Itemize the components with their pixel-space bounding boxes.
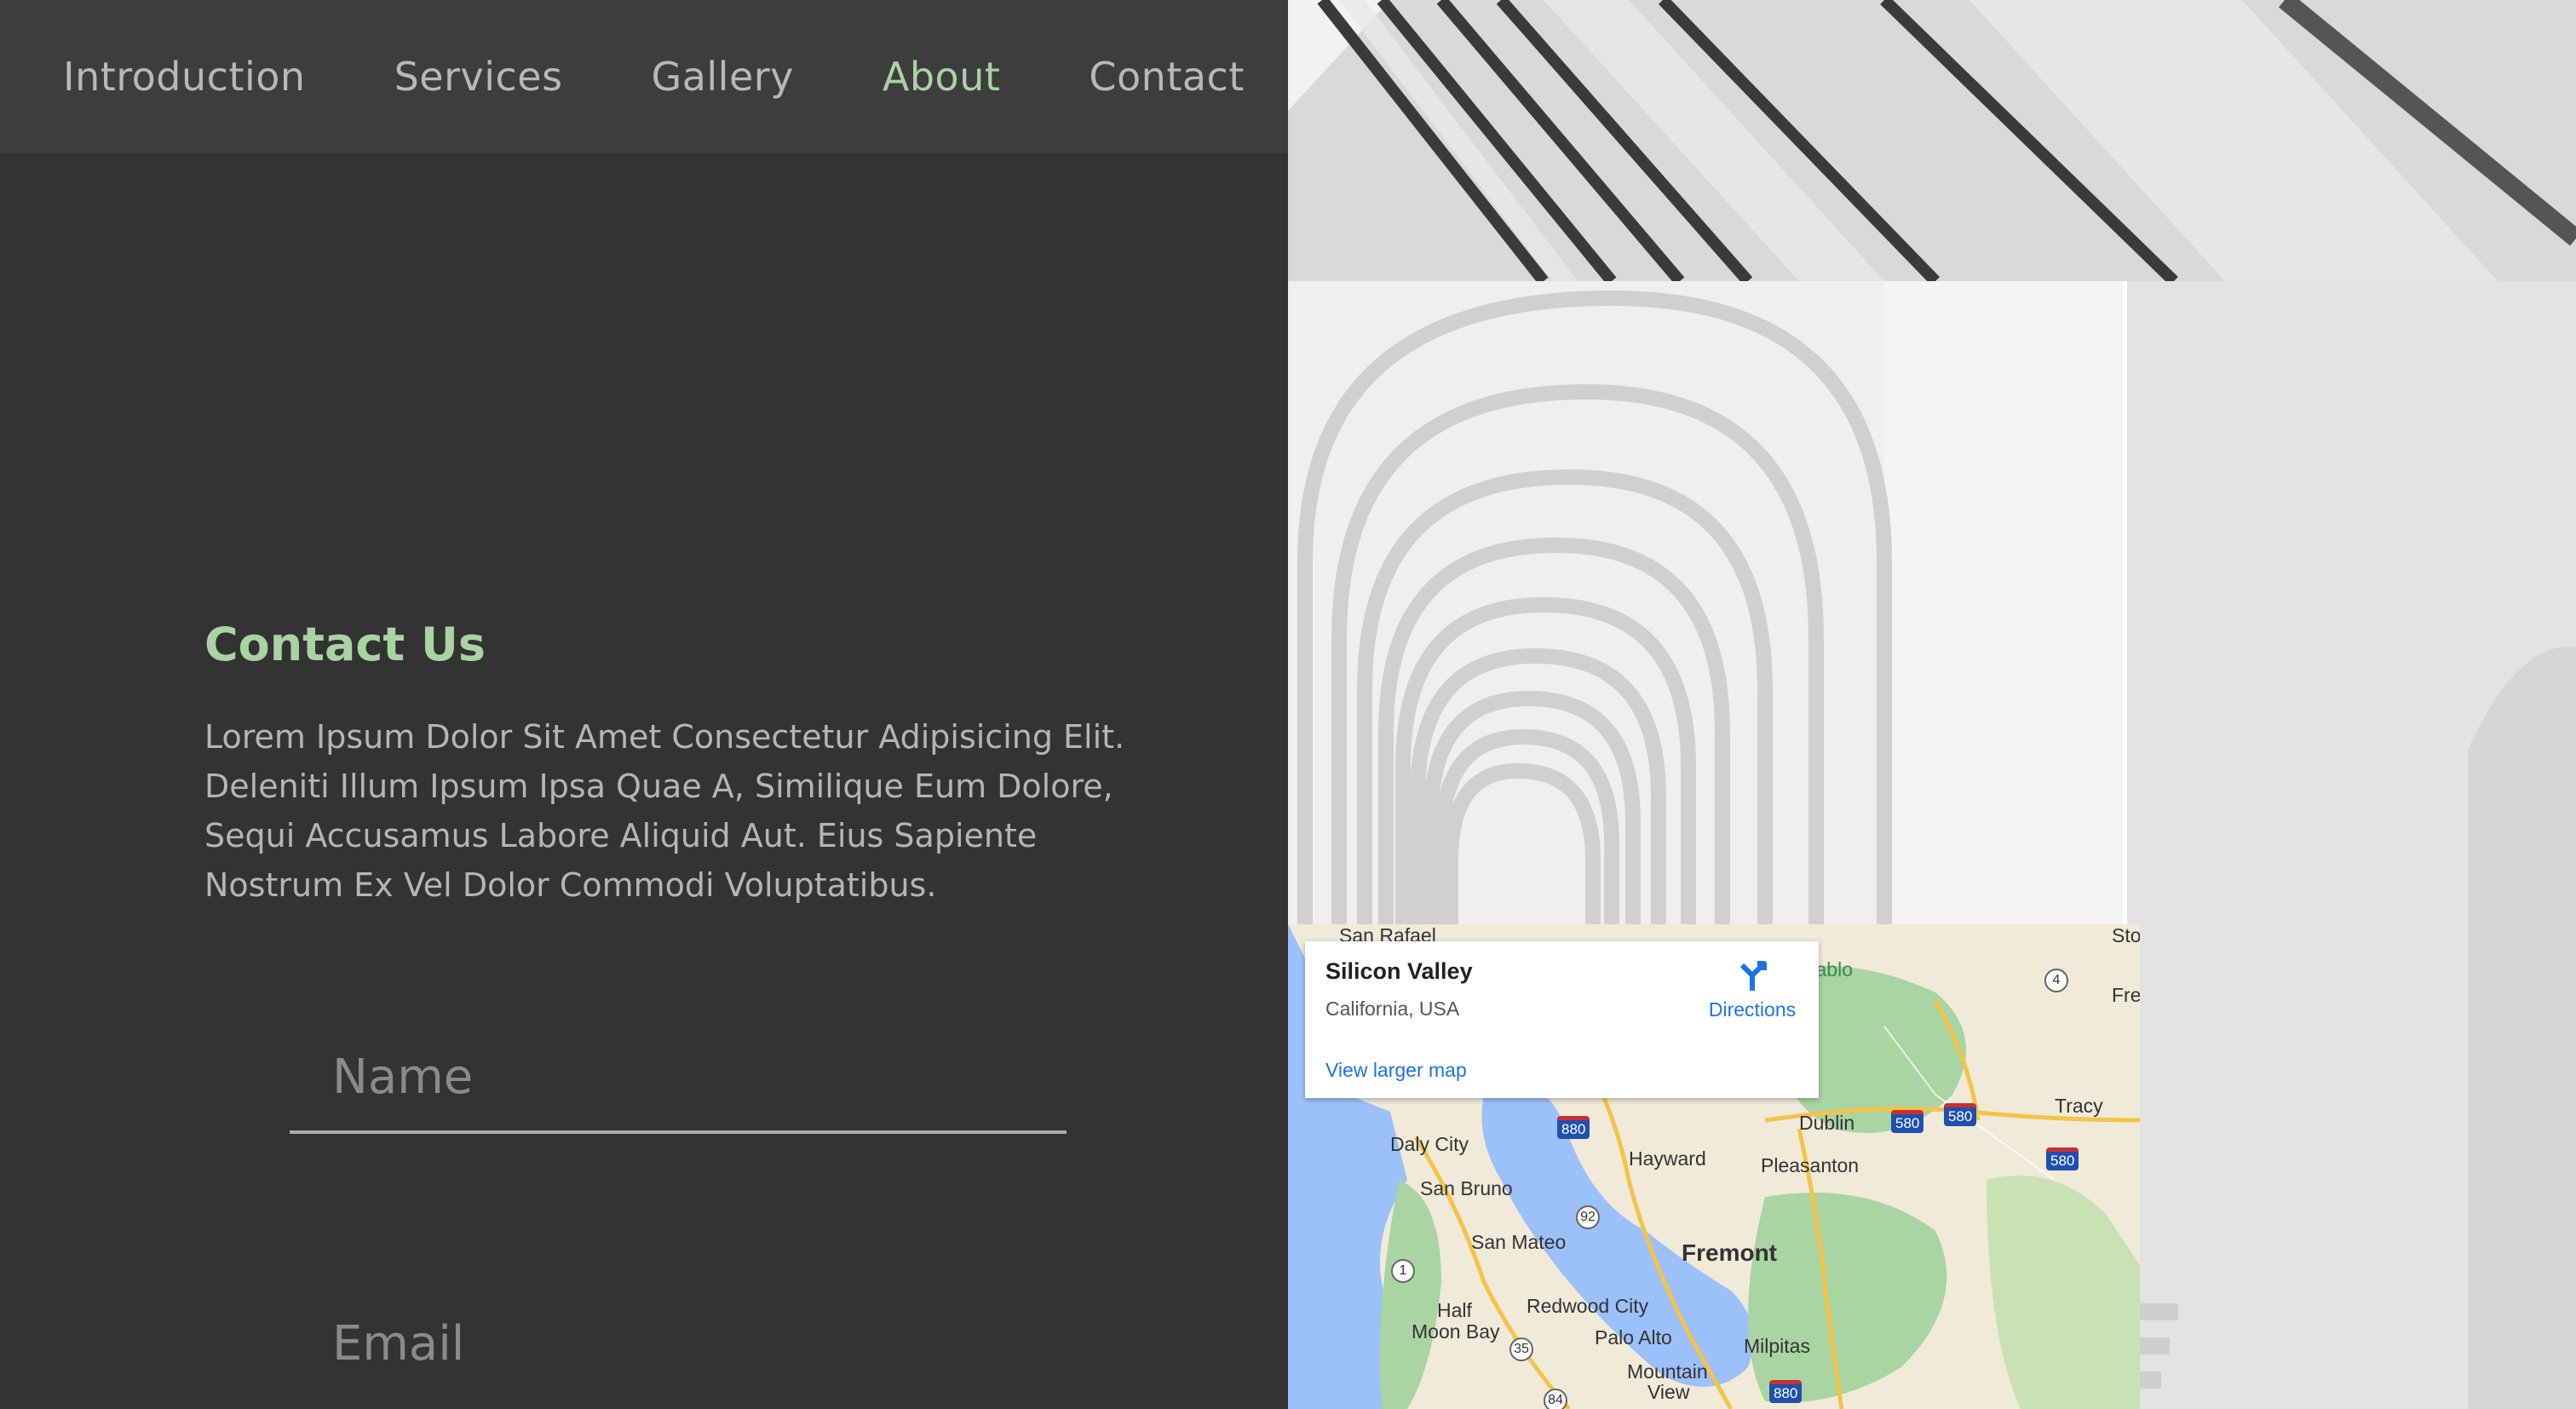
- map-label-mountain-view-1: Mountain: [1627, 1360, 1708, 1383]
- map-label-half-moon-bay-1: Half: [1437, 1299, 1472, 1321]
- map-place-region: California, USA: [1325, 998, 1460, 1020]
- email-field-wrapper: [290, 1316, 1067, 1397]
- map-label-san-bruno: San Bruno: [1420, 1177, 1513, 1199]
- map-info-card: Silicon Valley California, USA View larg…: [1305, 941, 1819, 1098]
- route-92-marker: 92: [1576, 1205, 1600, 1229]
- route-4-marker: 4: [2044, 969, 2068, 992]
- route-35-marker: 35: [1509, 1337, 1533, 1361]
- route-84-marker: 84: [1544, 1389, 1567, 1409]
- map-label-dublin: Dublin: [1799, 1112, 1855, 1134]
- map-place-name: Silicon Valley: [1325, 958, 1473, 984]
- gallery-image-wall: [2127, 281, 2576, 1409]
- map-label-daly-city: Daly City: [1390, 1133, 1469, 1155]
- route-580-shield: 580: [1891, 1110, 1924, 1133]
- gallery-image-beams: [1288, 0, 2576, 281]
- map-label-mountain-view-2: View: [1647, 1381, 1690, 1403]
- google-map-embed[interactable]: San Rafael t Diablo Sto Fre Tracy Dublin…: [1288, 924, 2140, 1409]
- arches-illustration: [1288, 281, 2127, 924]
- name-input[interactable]: [290, 1050, 1067, 1130]
- map-label-stockton: Sto: [2112, 924, 2140, 946]
- gallery-image-arches: [1288, 281, 2127, 924]
- map-label-redwood-city: Redwood City: [1527, 1295, 1649, 1317]
- nav-item-about[interactable]: About: [883, 54, 1001, 100]
- map-label-milpitas: Milpitas: [1744, 1335, 1810, 1357]
- top-navbar: Introduction Services Gallery About Cont…: [0, 0, 1288, 153]
- left-panel: Introduction Services Gallery About Cont…: [0, 0, 1288, 1409]
- nav-item-contact[interactable]: Contact: [1089, 54, 1244, 100]
- name-field-wrapper: [290, 1050, 1067, 1134]
- view-larger-map-link[interactable]: View larger map: [1325, 1059, 1467, 1082]
- map-label-hayward: Hayward: [1629, 1147, 1706, 1170]
- beams-illustration: [1288, 0, 2576, 281]
- contact-section: Contact Us Lorem Ipsum Dolor Sit Amet Co…: [204, 618, 1184, 910]
- nav-item-services[interactable]: Services: [394, 54, 563, 100]
- wall-illustration: [2127, 281, 2576, 1409]
- map-label-half-moon-bay-2: Moon Bay: [1412, 1320, 1500, 1343]
- map-label-san-mateo: San Mateo: [1471, 1231, 1567, 1253]
- contact-title: Contact Us: [204, 618, 486, 671]
- directions-icon: [1739, 961, 1767, 991]
- nav-item-introduction[interactable]: Introduction: [63, 54, 306, 100]
- email-input[interactable]: [290, 1316, 1067, 1397]
- map-label-palo-alto: Palo Alto: [1595, 1326, 1672, 1349]
- map-label-fremont-cut: Fre: [2112, 984, 2140, 1006]
- nav-item-gallery[interactable]: Gallery: [652, 54, 794, 100]
- map-label-fremont: Fremont: [1682, 1239, 1777, 1266]
- map-label-tracy: Tracy: [2055, 1095, 2103, 1117]
- contact-description: Lorem Ipsum Dolor Sit Amet Consectetur A…: [204, 718, 1125, 904]
- directions-button[interactable]: Directions: [1693, 958, 1812, 1021]
- route-580-shield-tracy: 580: [2046, 1147, 2079, 1170]
- route-880-shield-south: 880: [1769, 1380, 1803, 1403]
- route-580-shield-east: 580: [1944, 1103, 1977, 1126]
- route-1-marker: 1: [1391, 1259, 1415, 1283]
- directions-label: Directions: [1708, 998, 1797, 1021]
- map-label-pleasanton: Pleasanton: [1761, 1154, 1860, 1176]
- route-880-shield: 880: [1557, 1116, 1590, 1139]
